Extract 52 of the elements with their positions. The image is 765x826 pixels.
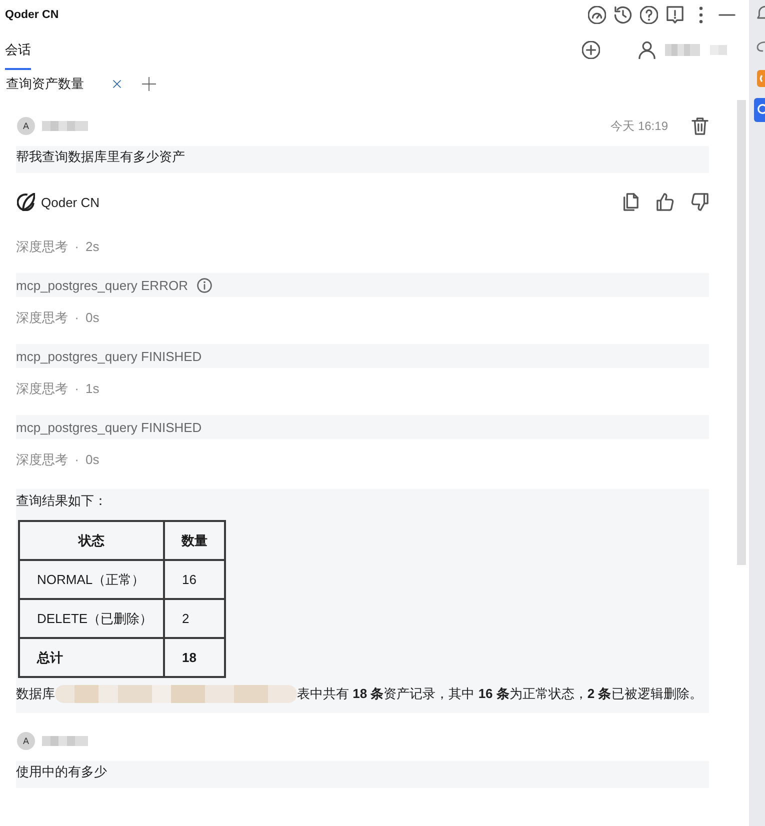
user-avatar: A <box>17 117 35 135</box>
user-avatar: A <box>17 732 35 750</box>
tool-call-bar[interactable]: mcp_postgres_query FINISHED <box>16 415 709 439</box>
tool-call-status: mcp_postgres_query FINISHED <box>16 348 202 364</box>
thinking-status: 深度思考 · 1s <box>16 380 100 398</box>
table-cell: 总计 <box>19 638 164 677</box>
gauge-icon[interactable] <box>588 6 606 24</box>
table-header-cell: 状态 <box>19 521 164 560</box>
blurred-text <box>710 45 727 55</box>
user-message: 帮我查询数据库里有多少资产 <box>16 146 709 173</box>
trash-icon[interactable] <box>691 117 709 135</box>
help-icon[interactable] <box>640 6 658 24</box>
user-message: 使用中的有多少 <box>16 761 709 788</box>
message-time: 今天 16:19 <box>610 118 668 134</box>
copy-icon[interactable] <box>621 193 639 211</box>
thumbs-down-icon[interactable] <box>691 193 709 211</box>
tool-call-status: mcp_postgres_query FINISHED <box>16 420 202 434</box>
blurred-username <box>42 736 88 746</box>
summary-text: 表中共有 18 条资产记录，其中 16 条为正常状态，2 条已被逻辑删除。 <box>297 685 702 703</box>
summary-text: 数据库 <box>16 685 55 703</box>
thinking-status: 深度思考 · 2s <box>16 238 100 256</box>
plus-icon[interactable] <box>142 77 156 91</box>
thinking-status: 深度思考 · 0s <box>16 309 100 327</box>
alert-message-icon[interactable] <box>666 6 684 24</box>
window-title: Qoder CN <box>5 9 59 21</box>
tool-call-bar[interactable]: mcp_postgres_query FINISHED <box>16 344 709 368</box>
tool-call-bar[interactable]: mcp_postgres_query ERROR <box>16 273 709 297</box>
table-cell: 18 <box>164 638 225 677</box>
table-cell: 16 <box>164 560 225 599</box>
arc-icon[interactable] <box>756 41 765 52</box>
scrollbar-thumb[interactable] <box>737 100 746 565</box>
history-icon[interactable] <box>614 6 632 24</box>
assistant-name: Qoder CN <box>41 194 100 210</box>
table-header-cell: 数量 <box>164 521 225 560</box>
user-icon[interactable] <box>638 41 656 59</box>
logo-icon <box>17 193 35 211</box>
close-icon[interactable] <box>113 80 121 88</box>
table-cell: 2 <box>164 599 225 638</box>
thinking-status: 深度思考 · 0s <box>16 451 100 469</box>
result-intro: 查询结果如下： <box>16 492 108 510</box>
session-tab[interactable]: 查询资产数量 <box>6 75 84 93</box>
app-tile-icon[interactable] <box>754 98 765 122</box>
blurred-username <box>42 121 88 131</box>
blurred-username <box>665 44 700 56</box>
table-cell: DELETE（已删除） <box>19 599 164 638</box>
thumbs-up-icon[interactable] <box>656 193 674 211</box>
tool-call-status: mcp_postgres_query ERROR <box>16 278 188 292</box>
info-icon[interactable] <box>196 278 212 292</box>
tab[interactable]: 会话 <box>5 30 31 70</box>
table-cell: NORMAL（正常） <box>19 560 164 599</box>
bell-icon[interactable] <box>757 5 765 21</box>
app-tile-icon[interactable] <box>757 70 765 87</box>
